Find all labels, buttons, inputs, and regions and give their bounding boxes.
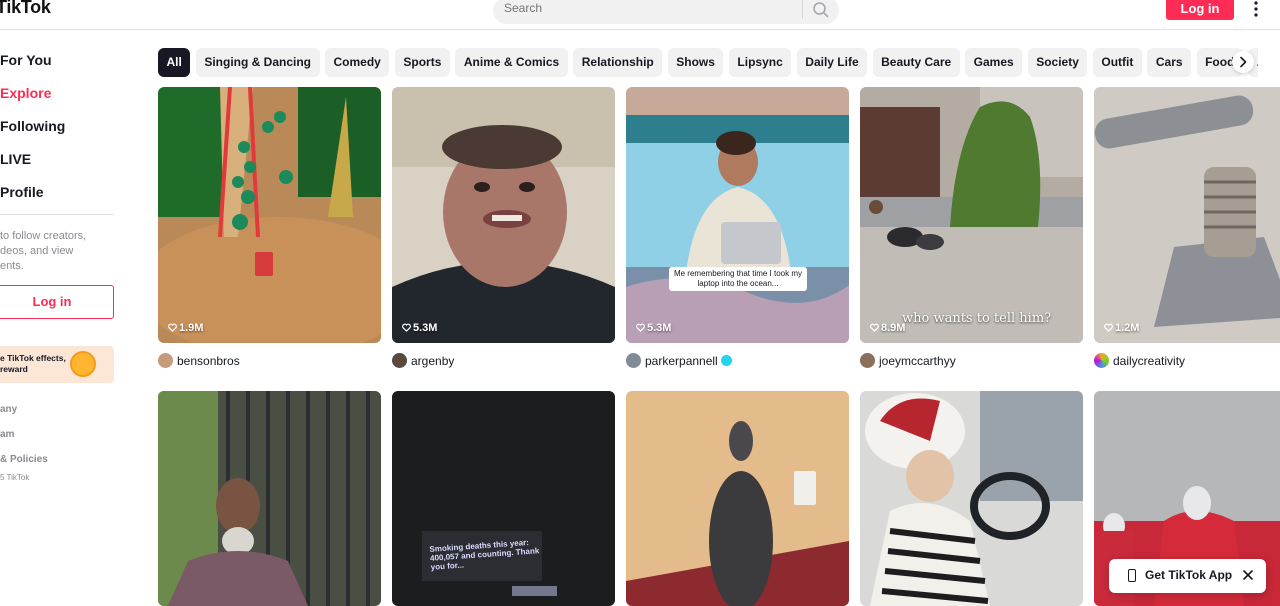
author-link[interactable]: dailycreativity [1094, 353, 1185, 368]
login-prompt-text: to follow creators, deos, and view ents. [0, 230, 87, 272]
category-chip[interactable]: Shows [667, 48, 724, 77]
video-card[interactable]: 1.9M bensonbros [158, 87, 381, 377]
thumbnail-image [860, 391, 1083, 606]
thumbnail-image [1094, 87, 1280, 343]
category-chip[interactable]: Anime & Comics [455, 48, 568, 77]
thumbnail-image [158, 87, 381, 343]
category-chip[interactable]: Outfit [1092, 48, 1142, 77]
sidebar-item-for-you[interactable]: For You [0, 52, 52, 68]
chevron-right-icon [1240, 56, 1247, 68]
author-link[interactable]: parkerpannell [626, 353, 732, 368]
category-bar: All Singing & Dancing Comedy Sports Anime & … [158, 48, 1258, 77]
footer-link-program[interactable]: am [0, 429, 14, 440]
video-thumbnail[interactable]: 1.2M [1094, 87, 1280, 343]
search-bar [493, 0, 839, 24]
avatar [158, 353, 173, 368]
search-divider [802, 0, 803, 19]
heart-icon [168, 323, 177, 332]
video-caption: Me remembering that time I took my lapto… [669, 267, 807, 291]
coin-icon [70, 351, 96, 377]
close-icon[interactable] [1242, 569, 1254, 581]
top-bar: TikTok Log in [0, 0, 1280, 30]
video-card[interactable] [626, 391, 849, 606]
video-card[interactable]: Smoking deaths this year: 400,057 and co… [392, 391, 615, 606]
view-count: 5.3M [636, 322, 671, 334]
sidebar-item-profile[interactable]: Profile [0, 184, 44, 200]
thumbnail-image [392, 87, 615, 343]
search-input[interactable] [504, 1, 784, 15]
view-count: 1.9M [168, 322, 203, 334]
more-options-icon[interactable] [1250, 0, 1262, 18]
heart-icon [870, 323, 879, 332]
view-count: 1.2M [1104, 322, 1139, 334]
categories-next-button[interactable] [1232, 51, 1254, 73]
category-chip[interactable]: Cars [1147, 48, 1192, 77]
video-card[interactable]: 5.3M argenby [392, 87, 615, 377]
phone-icon [1128, 569, 1136, 582]
thumbnail-image [392, 391, 615, 606]
category-chip[interactable]: Beauty Care [872, 48, 960, 77]
category-chip[interactable]: Relationship [573, 48, 663, 77]
video-thumbnail[interactable]: Me remembering that time I took my lapto… [626, 87, 849, 343]
thumbnail-image [860, 87, 1083, 343]
sidebar: For You Explore Following LIVE Profile t… [0, 30, 140, 606]
category-chip[interactable]: Lipsync [728, 48, 792, 77]
sidebar-item-explore[interactable]: Explore [0, 85, 51, 101]
author-link[interactable]: joeymccarthyy [860, 353, 956, 368]
thumbnail-image [626, 391, 849, 606]
footer-link-company[interactable]: any [0, 404, 17, 415]
avatar [626, 353, 641, 368]
category-chip[interactable]: Society [1027, 48, 1088, 77]
category-chip[interactable]: Comedy [325, 48, 390, 77]
promo-text: e TikTok effects, reward [0, 353, 66, 374]
category-chip[interactable]: Daily Life [796, 48, 868, 77]
login-button[interactable]: Log in [1166, 0, 1234, 20]
video-thumbnail[interactable]: 5.3M [392, 87, 615, 343]
footer-link-policies[interactable]: & Policies [0, 454, 48, 465]
author-link[interactable]: argenby [392, 353, 454, 368]
search-icon[interactable] [811, 0, 831, 20]
sidebar-item-live[interactable]: LIVE [0, 151, 31, 167]
thumbnail-image [626, 87, 849, 343]
thumbnail-image [158, 391, 381, 606]
sidebar-item-following[interactable]: Following [0, 118, 65, 134]
video-card[interactable]: who wants to tell him? 8.9M joeymccarthy… [860, 87, 1083, 377]
get-app-toast[interactable]: Get TikTok App [1109, 559, 1266, 593]
effects-promo-banner[interactable]: e TikTok effects, reward [0, 346, 114, 383]
heart-icon [1104, 323, 1113, 332]
video-card[interactable]: Me remembering that time I took my lapto… [626, 87, 849, 377]
view-count: 5.3M [402, 322, 437, 334]
sidebar-divider [0, 214, 114, 215]
view-count: 8.9M [870, 322, 905, 334]
get-app-label: Get TikTok App [1145, 568, 1233, 582]
video-thumbnail[interactable]: 1.9M [158, 87, 381, 343]
avatar [1094, 353, 1109, 368]
avatar [392, 353, 407, 368]
category-chip[interactable]: Sports [394, 48, 450, 77]
category-chip[interactable]: Singing & Dancing [195, 48, 320, 77]
verified-badge-icon [720, 355, 732, 366]
category-chip[interactable]: Games [965, 48, 1023, 77]
video-card[interactable] [158, 391, 381, 606]
avatar [860, 353, 875, 368]
author-link[interactable]: bensonbros [158, 353, 240, 368]
video-overlay-text: who wants to tell him? [902, 311, 1052, 326]
sidebar-login-button[interactable]: Log in [0, 285, 114, 319]
tiktok-logo[interactable]: TikTok [0, 0, 51, 18]
copyright: 5 TikTok [0, 473, 30, 482]
category-chip-all[interactable]: All [158, 48, 191, 77]
heart-icon [402, 323, 411, 332]
heart-icon [636, 323, 645, 332]
video-card[interactable]: 1.2M dailycreativity [1094, 87, 1280, 377]
video-card[interactable] [860, 391, 1083, 606]
video-thumbnail[interactable]: who wants to tell him? 8.9M [860, 87, 1083, 343]
